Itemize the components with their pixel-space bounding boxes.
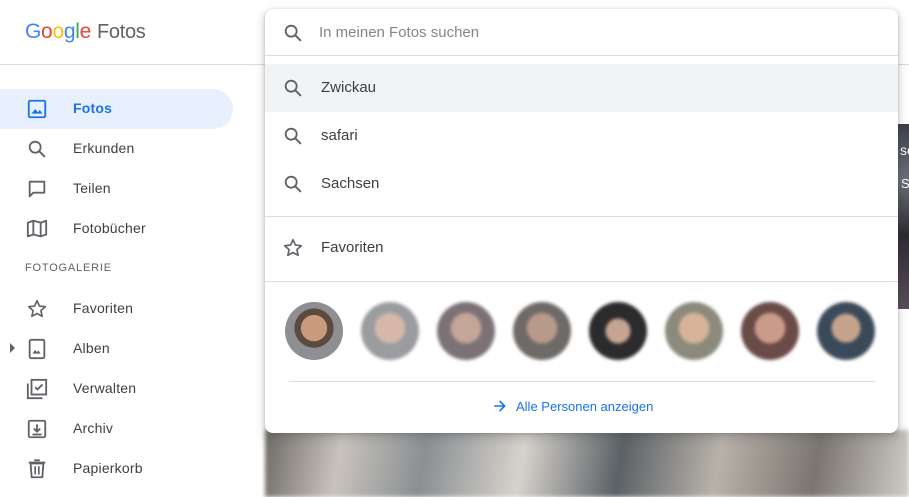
logo-letter: G bbox=[25, 20, 42, 43]
divider bbox=[265, 281, 898, 282]
google-photos-logo[interactable]: Google Fotos bbox=[25, 20, 146, 44]
sidebar-item-label: Alben bbox=[73, 340, 110, 356]
search-icon bbox=[284, 79, 302, 97]
sidebar-item-label: Favoriten bbox=[73, 300, 134, 316]
sidebar-item-verwalten[interactable]: Verwalten bbox=[0, 369, 233, 409]
search-icon bbox=[284, 175, 302, 193]
divider bbox=[265, 216, 898, 217]
expand-caret-icon[interactable] bbox=[10, 343, 15, 353]
search-input[interactable] bbox=[319, 21, 879, 43]
search-icon bbox=[284, 24, 302, 42]
person-avatar[interactable] bbox=[285, 302, 343, 360]
person-avatar[interactable] bbox=[589, 302, 647, 360]
sidebar-item-alben[interactable]: Alben bbox=[0, 329, 233, 369]
sidebar-item-fotos[interactable]: Fotos bbox=[0, 89, 233, 129]
person-avatar[interactable] bbox=[513, 302, 571, 360]
person-avatar[interactable] bbox=[817, 302, 875, 360]
logo-letter: o bbox=[41, 20, 53, 43]
suggestion-item[interactable]: safari bbox=[265, 112, 898, 160]
sidebar-item-favoriten[interactable]: Favoriten bbox=[0, 289, 233, 329]
logo-letter: g bbox=[63, 20, 76, 43]
person-avatar[interactable] bbox=[741, 302, 799, 360]
divider bbox=[289, 381, 875, 382]
sidebar-item-label: Verwalten bbox=[73, 380, 137, 396]
photo-caption-text: sc bbox=[900, 142, 909, 158]
search-icon bbox=[284, 127, 302, 145]
sidebar-item-erkunden[interactable]: Erkunden bbox=[0, 129, 233, 169]
background-photo-thumbnail[interactable] bbox=[265, 430, 909, 497]
star-icon bbox=[283, 238, 303, 257]
book-icon bbox=[26, 219, 48, 238]
sidebar-item-fotobuecher[interactable]: Fotobücher bbox=[0, 209, 233, 249]
photo-caption-text: S bbox=[901, 176, 909, 191]
trash-icon bbox=[28, 459, 46, 479]
all-people-link[interactable]: Alle Personen anzeigen bbox=[492, 398, 653, 414]
album-icon bbox=[28, 338, 46, 360]
star-icon bbox=[27, 299, 47, 318]
sidebar-item-papierkorb[interactable]: Papierkorb bbox=[0, 449, 233, 489]
chat-icon bbox=[28, 180, 46, 198]
photo-icon bbox=[27, 99, 47, 119]
favorites-label: Favoriten bbox=[321, 239, 384, 256]
search-dropdown: Zwickau safari Sachsen Favoriten Alle Pe… bbox=[265, 9, 898, 433]
suggestion-label: safari bbox=[321, 127, 358, 144]
logo-letter: e bbox=[79, 20, 92, 43]
sidebar-item-archiv[interactable]: Archiv bbox=[0, 409, 233, 449]
logo-letter: o bbox=[52, 20, 64, 43]
person-avatar[interactable] bbox=[361, 302, 419, 360]
section-label-fotogalerie: FOTOGALERIE bbox=[25, 262, 112, 274]
utilities-icon bbox=[26, 378, 48, 400]
sidebar-item-label: Fotobücher bbox=[73, 220, 146, 236]
archive-icon bbox=[27, 419, 47, 439]
person-avatar[interactable] bbox=[665, 302, 723, 360]
sidebar: Fotos Erkunden Teilen Fotobücher FOTOGAL… bbox=[0, 65, 265, 497]
sidebar-item-label: Teilen bbox=[73, 180, 111, 196]
logo-product-name: Fotos bbox=[96, 21, 146, 43]
search-bar bbox=[265, 9, 898, 56]
all-people-label: Alle Personen anzeigen bbox=[516, 398, 654, 414]
arrow-right-icon bbox=[493, 400, 506, 412]
favorites-shortcut[interactable]: Favoriten bbox=[265, 224, 898, 272]
sidebar-item-label: Erkunden bbox=[73, 140, 135, 156]
suggestion-label: Sachsen bbox=[321, 175, 380, 192]
search-icon bbox=[28, 140, 46, 158]
suggestion-label: Zwickau bbox=[321, 79, 377, 96]
sidebar-item-teilen[interactable]: Teilen bbox=[0, 169, 233, 209]
person-avatar[interactable] bbox=[437, 302, 495, 360]
background-photo-thumbnail[interactable]: sc S bbox=[898, 124, 909, 309]
suggestion-item[interactable]: Zwickau bbox=[265, 64, 898, 112]
sidebar-item-label: Archiv bbox=[73, 420, 114, 436]
suggestion-item[interactable]: Sachsen bbox=[265, 160, 898, 208]
sidebar-item-label: Fotos bbox=[73, 100, 113, 116]
sidebar-item-label: Papierkorb bbox=[73, 460, 143, 476]
